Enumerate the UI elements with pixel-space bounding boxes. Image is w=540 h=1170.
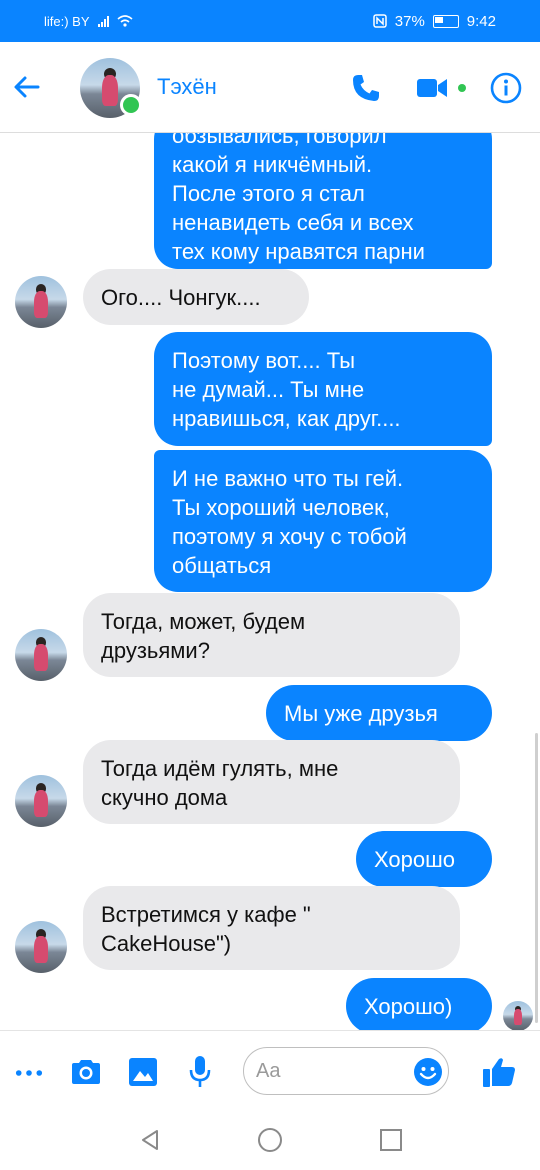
message-list[interactable]: обзывались, говорил какой я никчёмный. П… — [0, 133, 540, 1030]
camera-icon[interactable] — [70, 1058, 102, 1086]
sender-avatar[interactable] — [15, 276, 67, 328]
system-nav-bar — [0, 1115, 540, 1170]
scrollbar[interactable] — [535, 733, 538, 1023]
sender-avatar[interactable] — [15, 629, 67, 681]
video-call-icon[interactable] — [416, 74, 448, 102]
message-bubble-outgoing[interactable]: Хорошо — [356, 831, 492, 887]
more-options-icon[interactable] — [15, 1068, 43, 1078]
thumbs-up-icon[interactable] — [482, 1056, 516, 1088]
info-icon[interactable] — [490, 72, 522, 104]
nav-back-icon[interactable] — [138, 1128, 162, 1152]
video-active-dot — [458, 84, 466, 92]
message-bubble-outgoing[interactable]: обзывались, говорил какой я никчёмный. П… — [154, 133, 492, 269]
message-bubble-outgoing[interactable]: Хорошо) — [346, 978, 492, 1030]
online-status-dot — [120, 94, 142, 116]
contact-avatar[interactable] — [80, 58, 142, 118]
composer-bar — [0, 1030, 540, 1116]
message-bubble-outgoing[interactable]: Мы уже друзья — [266, 685, 492, 741]
sender-avatar[interactable] — [15, 775, 67, 827]
carrier-label: life:) BY — [44, 13, 90, 29]
sender-avatar[interactable] — [15, 921, 67, 973]
emoji-icon[interactable] — [413, 1057, 443, 1087]
message-bubble-incoming[interactable]: Тогда, может, будем друзьями? — [83, 593, 460, 677]
gallery-icon[interactable] — [128, 1057, 158, 1087]
phone-call-icon[interactable] — [350, 72, 382, 104]
signal-icon — [97, 15, 109, 27]
message-bubble-incoming[interactable]: Встретимся у кафе " CakeHouse") — [83, 886, 460, 970]
message-bubble-incoming[interactable]: Тогда идём гулять, мне скучно дома — [83, 740, 460, 824]
nav-home-icon[interactable] — [257, 1127, 283, 1153]
battery-percent: 37% — [394, 12, 425, 30]
nav-recents-icon[interactable] — [379, 1128, 403, 1152]
back-arrow-icon[interactable] — [12, 72, 42, 102]
battery-icon — [432, 14, 459, 28]
nfc-icon — [373, 14, 387, 28]
message-bubble-outgoing[interactable]: И не важно что ты гей. Ты хороший челове… — [154, 450, 492, 592]
microphone-icon[interactable] — [188, 1055, 212, 1089]
message-bubble-incoming[interactable]: Ого.... Чонгук.... — [83, 269, 309, 325]
chat-header: Тэхён — [0, 42, 540, 133]
seen-receipt-avatar — [503, 1001, 533, 1030]
contact-name[interactable]: Тэхён — [157, 74, 217, 100]
status-bar: life:) BY 37% 9:42 — [0, 0, 540, 42]
wifi-icon — [116, 15, 133, 27]
message-bubble-outgoing[interactable]: Поэтому вот.... Ты не думай... Ты мне нр… — [154, 332, 492, 446]
clock: 9:42 — [466, 12, 496, 30]
